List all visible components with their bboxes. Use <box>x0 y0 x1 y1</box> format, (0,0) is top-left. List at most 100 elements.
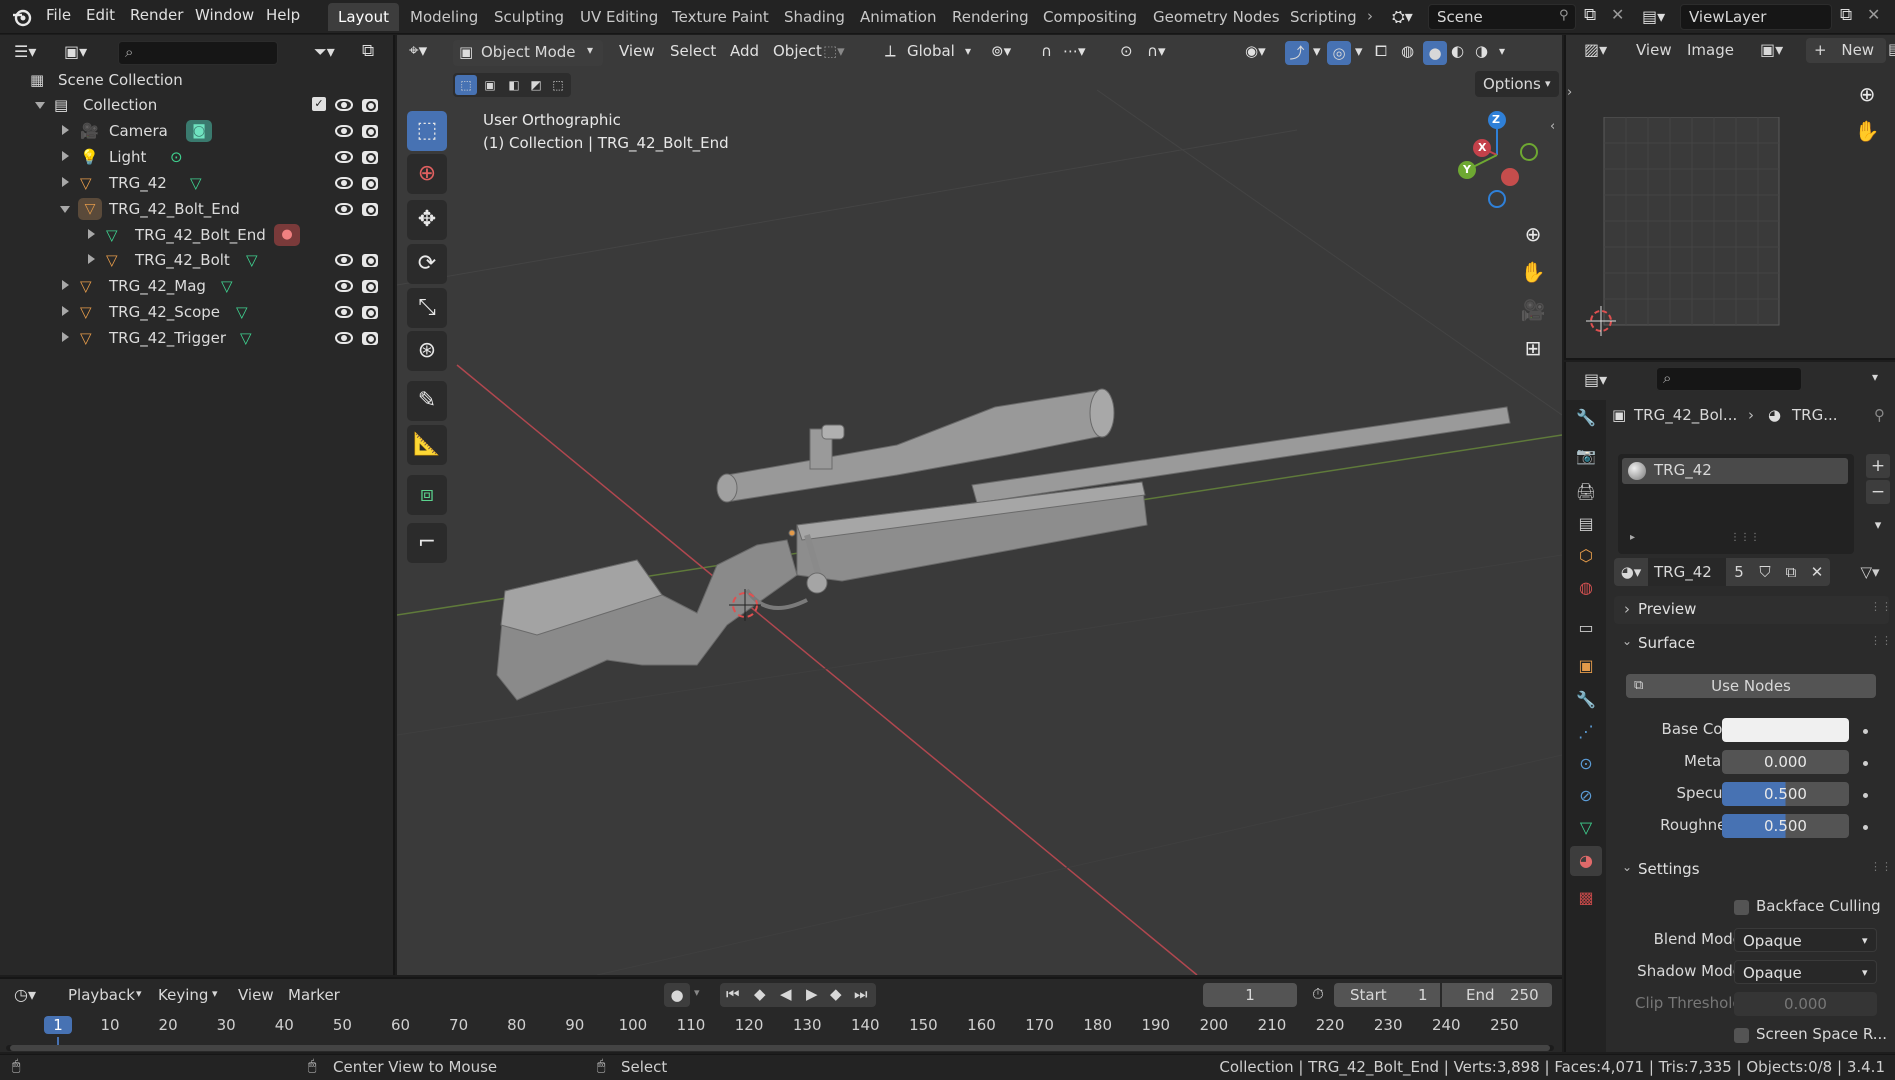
preview-section-header[interactable]: › Preview ⋮⋮ <box>1614 596 1892 624</box>
tab-compositing[interactable]: Compositing <box>1033 3 1147 31</box>
visibility-eye-icon[interactable] <box>335 125 353 137</box>
menu-help[interactable]: Help <box>266 6 300 24</box>
pivot-point-icon[interactable]: ⊚▾ <box>991 38 1011 64</box>
mode-selector[interactable]: ▣ Object Mode ▾ <box>453 40 603 66</box>
delete-scene-icon[interactable]: ✕ <box>1611 5 1624 24</box>
solid-shading-icon[interactable]: ● <box>1423 41 1447 65</box>
remove-slot-button[interactable]: − <box>1866 480 1890 504</box>
backface-culling-checkbox[interactable] <box>1734 900 1749 915</box>
exclude-checkbox[interactable]: ✓ <box>312 97 326 111</box>
camera-view-icon[interactable]: 🎥 <box>1517 294 1549 326</box>
tool-settings-icon[interactable]: 🔧 <box>1574 406 1598 430</box>
visibility-eye-icon[interactable] <box>335 99 353 111</box>
object-properties-icon[interactable]: ▣ <box>1574 654 1598 678</box>
particles-properties-icon[interactable]: ⋰ <box>1574 720 1598 744</box>
scene-name-field[interactable]: Scene ⚲ <box>1428 4 1576 30</box>
snap-icon[interactable]: ∩ <box>1041 38 1052 64</box>
mesh-data-icon[interactable]: ▽ <box>236 303 248 321</box>
camera-data-icon[interactable]: ◙ <box>186 120 212 142</box>
menu-file[interactable]: File <box>46 6 71 24</box>
drag-handle-icon[interactable]: ⋮⋮ <box>1870 600 1892 613</box>
physics-properties-icon[interactable]: ⊙ <box>1574 752 1598 776</box>
end-frame-field[interactable]: End 250 <box>1442 983 1552 1007</box>
3d-viewport[interactable]: ⌖▾ ▣ Object Mode ▾ View Select Add Objec… <box>397 35 1562 975</box>
render-camera-icon[interactable] <box>362 280 378 293</box>
output-properties-icon[interactable]: 🖨 <box>1574 480 1598 504</box>
snap-increment-icon[interactable]: ⋯▾ <box>1063 38 1086 64</box>
next-keyframe-icon[interactable]: ◆ <box>830 985 842 1003</box>
expand-icon[interactable] <box>62 332 69 342</box>
overlays-dropdown-icon[interactable]: ▾ <box>1355 38 1363 64</box>
zoom-icon[interactable]: ⊕ <box>1851 78 1883 110</box>
visibility-icon[interactable]: ◉▾ <box>1245 38 1266 64</box>
visibility-eye-icon[interactable] <box>335 306 353 318</box>
tab-rendering[interactable]: Rendering <box>942 3 1039 31</box>
mesh-data-icon[interactable]: ▽ <box>190 174 202 192</box>
material-properties-icon[interactable]: ◕ <box>1570 846 1602 876</box>
collection-properties-icon[interactable]: ▭ <box>1574 616 1598 640</box>
select-new-icon[interactable]: ⬚ <box>455 75 477 95</box>
render-camera-icon[interactable] <box>362 125 378 138</box>
data-properties-icon[interactable]: ▽ <box>1574 816 1598 840</box>
view-layer-icon[interactable]: ▤▾ <box>1642 4 1678 30</box>
metallic-slider[interactable]: 0.000 <box>1722 750 1849 774</box>
options-dropdown[interactable]: Options ▾ <box>1475 71 1559 97</box>
shadow-mode-dropdown[interactable]: Opaque ▾ <box>1734 960 1877 984</box>
editor-type-icon[interactable]: ◷▾ <box>14 985 36 1004</box>
outliner-row-trg42[interactable]: ▽ TRG_42 ▽ <box>0 171 393 196</box>
editor-type-icon[interactable]: ▤▾ <box>1584 370 1607 389</box>
xray-icon[interactable]: ⧠ <box>1375 38 1387 64</box>
visibility-eye-icon[interactable] <box>335 177 353 189</box>
base-color-swatch[interactable] <box>1722 718 1849 742</box>
select-intersect-icon[interactable]: ⬚ <box>547 75 569 95</box>
keying-dropdown-icon[interactable]: ▾ <box>694 986 700 999</box>
image-browse-icon[interactable]: ▣▾ <box>1760 40 1783 59</box>
start-frame-field[interactable]: Start 1 <box>1334 983 1440 1007</box>
world-properties-icon[interactable]: ◍ <box>1574 576 1598 600</box>
preview-range-icon[interactable]: ⏱ <box>1305 985 1331 1009</box>
viewport-canvas[interactable] <box>397 35 1562 975</box>
gizmo-dropdown-icon[interactable]: ▾ <box>1313 38 1321 64</box>
ortho-toggle-icon[interactable]: ⊞ <box>1517 332 1549 364</box>
roughness-slider[interactable]: 0.500 <box>1722 814 1849 838</box>
tab-uv-editing[interactable]: UV Editing <box>570 3 668 31</box>
blender-logo-icon[interactable] <box>12 7 32 27</box>
screen-space-refraction-checkbox[interactable] <box>1734 1028 1749 1043</box>
render-properties-icon[interactable]: 📷 <box>1574 444 1598 468</box>
zoom-icon[interactable]: ⊕ <box>1517 218 1549 250</box>
fake-user-shield-icon[interactable]: ⛉ <box>1752 558 1778 586</box>
tab-texture-paint[interactable]: Texture Paint <box>662 3 779 31</box>
outliner-row-trg42-scope[interactable]: ▽ TRG_42_Scope ▽ <box>0 300 393 325</box>
expand-icon[interactable] <box>88 254 95 264</box>
menu-view[interactable]: View <box>1636 41 1672 59</box>
resize-handle-icon[interactable]: ⋮⋮⋮ <box>1730 532 1760 543</box>
outliner-row-trg42-bolt-end[interactable]: ▽ TRG_42_Bolt_End <box>0 197 393 222</box>
toolbar-toggle-icon[interactable]: › <box>1567 85 1572 100</box>
navigation-gizmo[interactable] <box>1442 110 1552 220</box>
outliner-row-trg42-bolt[interactable]: ▽ TRG_42_Bolt ▽ <box>0 248 393 273</box>
measure-tool[interactable]: 📐 <box>407 425 447 465</box>
render-camera-icon[interactable] <box>362 99 378 112</box>
jump-start-icon[interactable]: ⏮ <box>726 985 740 1003</box>
browse-material-icon[interactable]: ◕▾ <box>1614 558 1648 586</box>
render-camera-icon[interactable] <box>362 254 378 267</box>
render-camera-icon[interactable] <box>362 203 378 216</box>
drag-handle-icon[interactable]: ⋮⋮ <box>1870 860 1892 873</box>
2d-cursor-icon[interactable] <box>1586 306 1616 336</box>
slot-specials-icon[interactable]: ▾ <box>1866 514 1890 538</box>
add-cube-tool[interactable]: ⧈ <box>407 475 447 515</box>
menu-object[interactable]: Object <box>773 38 822 64</box>
expand-icon[interactable] <box>62 151 69 161</box>
editor-type-icon[interactable]: ☰▾ <box>14 42 36 61</box>
scrollbar-thumb[interactable] <box>10 1045 1550 1051</box>
collapse-icon[interactable] <box>35 102 45 109</box>
drag-handle-icon[interactable]: ⋮⋮ <box>1870 634 1892 647</box>
outliner-row-trg42-bolt-end-data[interactable]: ▽ TRG_42_Bolt_End ● <box>0 223 393 248</box>
cursor-tool[interactable]: ⊕ <box>407 154 447 194</box>
visibility-eye-icon[interactable] <box>335 280 353 292</box>
outliner-row-collection[interactable]: ▤ Collection ✓ <box>0 93 393 118</box>
select-box-tool[interactable]: ⬚ <box>407 111 447 151</box>
material-slot-item[interactable]: TRG_42 <box>1622 458 1848 484</box>
pan-hand-icon[interactable]: ✋ <box>1517 256 1549 288</box>
tab-modeling[interactable]: Modeling <box>400 3 488 31</box>
